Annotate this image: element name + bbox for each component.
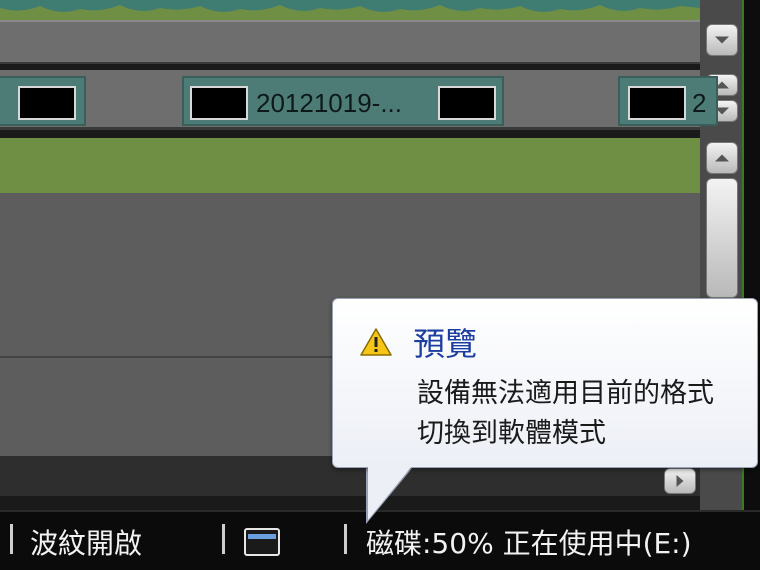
status-separator — [344, 524, 347, 554]
disk-usage-status: 磁碟:50% 正在使用中(E:) — [366, 527, 692, 560]
chevron-up-icon — [715, 154, 729, 162]
preview-warning-tooltip[interactable]: 預覽 設備無法適用目前的格式 切換到軟體模式 — [332, 298, 758, 468]
waveform-graphic — [0, 0, 700, 12]
clip-thumbnail — [438, 86, 496, 120]
scroll-down-button-top[interactable] — [706, 24, 738, 56]
timeline-scroll-up-button[interactable] — [706, 142, 738, 174]
chevron-down-icon — [715, 36, 729, 44]
horizontal-track-area — [0, 20, 700, 64]
tooltip-message-line: 設備無法適用目前的格式 — [417, 378, 714, 409]
tooltip-title: 預覽 — [413, 325, 478, 363]
audio-waveform-track[interactable] — [0, 0, 700, 20]
status-separator — [10, 524, 13, 554]
vertical-scroll-thumb[interactable] — [706, 178, 738, 298]
clip-label: 2 — [692, 88, 707, 118]
clip[interactable]: 2 — [618, 76, 718, 126]
tooltip-message-line: 切換到軟體模式 — [417, 418, 606, 449]
warning-icon — [360, 328, 392, 356]
audio-track[interactable] — [0, 138, 700, 193]
status-separator — [222, 524, 225, 554]
scroll-right-button[interactable] — [664, 468, 696, 494]
clip-thumbnail — [628, 86, 686, 120]
clip[interactable]: 20121019-... — [182, 76, 504, 126]
tooltip-tail — [368, 466, 412, 520]
ripple-status[interactable]: 波紋開啟 — [30, 522, 142, 562]
chevron-right-icon — [676, 475, 684, 487]
clip[interactable] — [0, 76, 86, 126]
clip-label: 20121019-... — [256, 88, 403, 118]
clip-thumbnail — [18, 86, 76, 120]
clip-thumbnail — [190, 86, 248, 120]
window-icon[interactable] — [244, 528, 280, 556]
video-clip-track[interactable]: 20121019-... 2 — [0, 70, 718, 130]
